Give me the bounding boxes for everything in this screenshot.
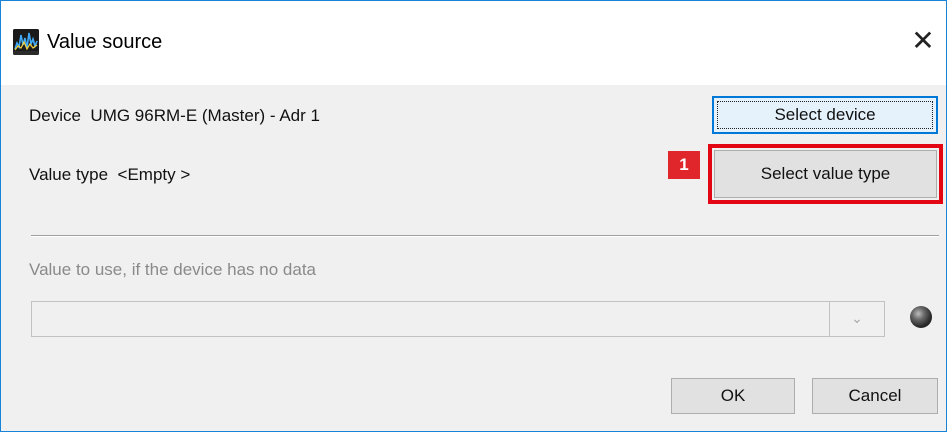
ok-button[interactable]: OK	[671, 378, 795, 414]
title-bar: Value source ✕	[1, 1, 946, 85]
fallback-value-combobox[interactable]: ⌄	[31, 301, 885, 337]
cancel-button[interactable]: Cancel	[812, 378, 938, 414]
cancel-label: Cancel	[848, 386, 902, 405]
callout-marker: 1	[668, 151, 700, 179]
value-type-label: Value type <Empty >	[29, 164, 190, 186]
fallback-label: Value to use, if the device has no data	[29, 260, 316, 279]
window-title: Value source	[47, 31, 163, 53]
callout-highlight-box	[708, 144, 943, 204]
separator	[31, 235, 939, 237]
value-source-dialog: Value source ✕ Device UMG 96RM-E (Master…	[0, 0, 947, 432]
app-logo-icon	[13, 29, 39, 55]
status-led-icon	[910, 306, 932, 328]
select-device-button[interactable]: Select device	[712, 96, 938, 134]
value-type-caption: Value type	[29, 165, 109, 184]
device-value: UMG 96RM-E (Master) - Adr 1	[90, 106, 320, 125]
device-label: Device UMG 96RM-E (Master) - Adr 1	[29, 105, 320, 127]
value-type-value: <Empty >	[117, 165, 191, 184]
device-caption: Device	[29, 106, 81, 125]
ok-label: OK	[720, 386, 746, 405]
close-icon[interactable]: ✕	[900, 19, 946, 63]
chevron-down-icon[interactable]: ⌄	[829, 302, 884, 336]
select-device-label: Select device	[774, 105, 876, 124]
